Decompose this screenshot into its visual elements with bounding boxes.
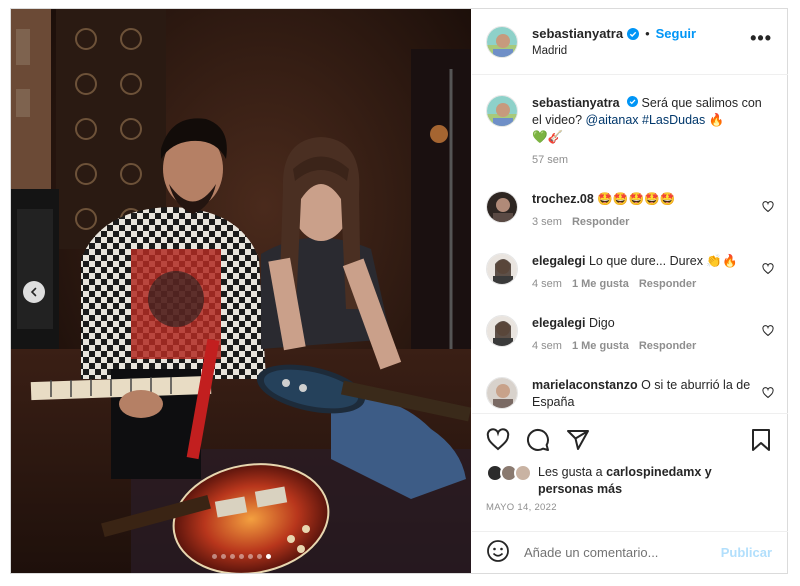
comment-item: elegalegi Digo 4 sem 1 Me gusta Responde… [486,315,774,355]
post-author-username[interactable]: sebastianyatra [532,26,623,41]
carousel-dot [265,554,271,559]
comment-item: elegalegi Lo que dure... Durex 👏🔥 4 sem … [486,253,774,293]
caption-mention[interactable]: @aitanax [586,113,639,127]
likes-prefix: Les gusta a [538,465,603,479]
heart-icon [486,428,510,451]
likes-summary: Les gusta a carlospinedamx y personas má… [486,464,768,498]
comment-text: 🤩🤩🤩🤩🤩 [597,192,676,206]
comment-username[interactable]: marielaconstanzo [532,378,638,392]
avatar[interactable] [486,25,518,58]
verified-icon [627,27,640,40]
post-panel: sebastianyatra • Seguir Madrid ••• sebas… [472,9,788,573]
post-media[interactable] [11,9,471,573]
like-comment-button[interactable] [762,201,774,216]
like-comment-button[interactable] [762,263,774,278]
comment-item: trochez.08 🤩🤩🤩🤩🤩 3 sem Responder [486,191,774,231]
share-icon [567,430,589,450]
share-button[interactable] [566,428,590,455]
comment-likes[interactable]: 1 Me gusta [572,338,629,355]
like-comment-button[interactable] [762,325,774,340]
carousel-dot [238,554,244,559]
heart-icon [762,263,774,275]
comment-username[interactable]: trochez.08 [532,192,594,206]
like-comment-button[interactable] [762,387,774,402]
profile-picture [487,26,517,57]
carousel-dot [220,554,226,559]
profile-picture [487,96,517,126]
comment-likes[interactable]: 1 Me gusta [572,276,629,293]
separator: • [645,26,650,41]
emoji-icon [487,540,509,562]
comment-icon [526,428,549,451]
liker-avatars [486,464,538,498]
post-location[interactable]: Madrid [532,45,696,57]
caption-emoji: 🔥 [708,113,725,127]
profile-picture [487,316,517,346]
reply-button[interactable]: Responder [639,276,696,293]
profile-picture [487,378,517,408]
comment-button[interactable] [526,428,550,455]
comment-item: marielaconstanzo O si te aburrió la de E… [486,377,774,411]
comment-input[interactable] [524,545,704,560]
more-options-button[interactable]: ••• [750,29,772,47]
avatar [514,464,532,482]
comment-time[interactable]: 3 sem [532,214,562,231]
comment-time[interactable]: 4 sem [532,338,562,355]
verified-icon [627,96,639,107]
more-icon: ••• [750,28,772,48]
previous-photo-button[interactable] [23,281,45,303]
like-button[interactable] [486,428,510,455]
carousel-dots [11,554,471,559]
publish-button[interactable]: Publicar [721,545,772,560]
heart-icon [762,325,774,337]
carousel-dot [247,554,253,559]
caption-emoji-line: 💚🎸 [532,130,564,144]
comment-time[interactable]: 4 sem [532,276,562,293]
comment-composer: Publicar [472,531,788,573]
comment-text: Lo que dure... Durex 👏🔥 [588,254,738,268]
likes-user[interactable]: carlospinedamx [606,465,701,479]
comments-list[interactable]: sebastianyatra Será que salimos con el v… [472,75,788,413]
avatar[interactable] [486,191,518,223]
profile-picture [487,254,517,284]
carousel-dot [211,554,217,559]
bookmark-icon [752,429,770,451]
avatar[interactable] [486,315,518,347]
comment-username[interactable]: elegalegi [532,254,586,268]
save-button[interactable] [750,428,772,455]
chevron-left-icon [30,287,37,297]
heart-icon [762,201,774,213]
post-header: sebastianyatra • Seguir Madrid ••• [472,9,788,75]
reply-button[interactable]: Responder [639,338,696,355]
caption-hashtag[interactable]: #LasDudas [642,113,705,127]
caption-username[interactable]: sebastianyatra [532,96,620,110]
carousel-dot [229,554,235,559]
heart-icon [762,387,774,399]
emoji-button[interactable] [486,539,510,566]
follow-button[interactable]: Seguir [656,26,696,41]
comment-text: Digo [588,316,615,330]
comment-username[interactable]: elegalegi [532,316,586,330]
avatar[interactable] [486,253,518,285]
profile-picture [487,192,517,222]
post-caption: sebastianyatra Será que salimos con el v… [486,95,774,169]
post-dialog: sebastianyatra • Seguir Madrid ••• sebas… [10,8,788,574]
carousel-dot [256,554,262,559]
post-date[interactable]: MAYO 14, 2022 [486,502,557,513]
post-photo [11,9,471,573]
post-actions: Les gusta a carlospinedamx y personas má… [472,413,788,531]
reply-button[interactable]: Responder [572,214,629,231]
avatar[interactable] [486,95,518,127]
caption-time[interactable]: 57 sem [532,152,568,169]
avatar[interactable] [486,377,518,409]
